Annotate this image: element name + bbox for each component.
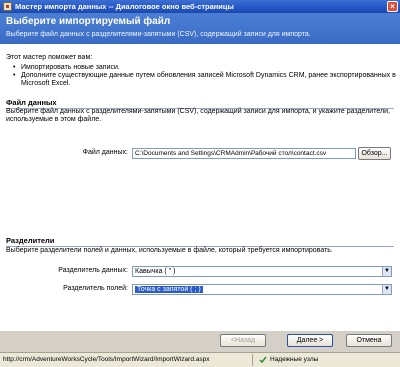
field-delimiter-label: Разделитель полей: xyxy=(63,285,128,292)
cancel-button[interactable]: Отмена xyxy=(346,334,392,347)
app-icon xyxy=(3,2,12,11)
intro-block: Этот мастер поможет вам: Импортировать н… xyxy=(6,54,396,88)
page-title: Выберите импортируемый файл xyxy=(6,16,171,27)
wizard-content: Этот мастер поможет вам: Импортировать н… xyxy=(0,44,400,330)
intro-item: Импортировать новые записи. xyxy=(13,64,396,72)
intro-item: Дополните существующие данные путем обно… xyxy=(13,72,396,88)
data-delimiter-value: Кавычка ( " ) xyxy=(135,268,176,275)
back-button[interactable]: <Назад xyxy=(220,334,266,347)
data-delimiter-select[interactable]: Кавычка ( " ) ▼ xyxy=(132,266,392,277)
status-divider xyxy=(252,354,253,366)
data-delimiter-label: Разделитель данных: xyxy=(58,267,128,274)
delimiters-section-title: Разделители xyxy=(6,236,394,247)
status-zone: Надежные узлы xyxy=(270,356,319,363)
title-bar: Мастер импорта данных -- Диалоговое окно… xyxy=(0,0,400,13)
button-bar xyxy=(0,330,400,352)
data-file-label: Файл данных: xyxy=(82,149,128,156)
field-delimiter-select[interactable]: Точка с запятой ( ; ) ▼ xyxy=(132,284,392,295)
close-button[interactable]: × xyxy=(387,1,398,12)
status-url: http://crm/AdventureWorksCycle/Tools/Imp… xyxy=(3,356,210,363)
data-file-description: Выберите файл данных с разделителями-зап… xyxy=(6,108,390,123)
page-subtitle: Выберите файл данных с разделителями-зап… xyxy=(6,31,311,38)
window-title: Мастер импорта данных -- Диалоговое окно… xyxy=(15,2,234,11)
chevron-down-icon[interactable]: ▼ xyxy=(382,285,391,294)
wizard-header: Выберите импортируемый файл Выберите фай… xyxy=(0,13,400,44)
field-delimiter-value: Точка с запятой ( ; ) xyxy=(135,286,203,293)
status-bar: http://crm/AdventureWorksCycle/Tools/Imp… xyxy=(0,352,400,367)
chevron-down-icon[interactable]: ▼ xyxy=(382,267,391,276)
browse-button[interactable]: Обзор... xyxy=(358,147,391,160)
intro-lead: Этот мастер поможет вам: xyxy=(6,54,93,61)
delimiters-description: Выберите разделители полей и данных, исп… xyxy=(6,247,333,254)
data-file-path-input[interactable]: C:\Documents and Settings\CRMAdmin\Рабоч… xyxy=(132,148,356,159)
next-button[interactable]: Далее > xyxy=(287,334,333,347)
intro-list: Импортировать новые записи. Дополните су… xyxy=(13,64,396,88)
trusted-zone-icon xyxy=(259,356,267,364)
